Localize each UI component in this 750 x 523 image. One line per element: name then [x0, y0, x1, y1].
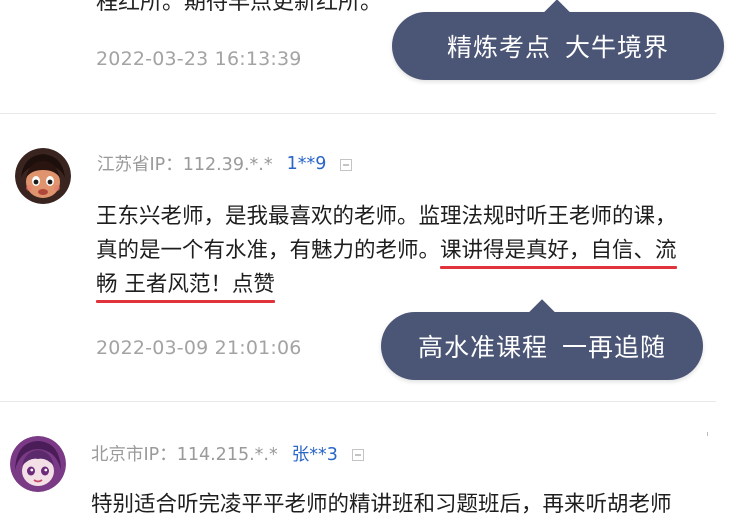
previous-comment-timestamp: 2022-03-23 16:13:39	[96, 48, 302, 70]
comment-line: 真的是一个有水准，有魅力的老师。课讲得是真好，自信、流	[96, 234, 677, 268]
avatar[interactable]	[15, 148, 71, 204]
divider	[0, 113, 716, 114]
comment-location: 江苏省IP：112.39.*.*	[97, 155, 273, 175]
bubble-2-text-a: 高水准课程	[417, 333, 548, 362]
comment-timestamp: 2022-03-09 21:01:06	[96, 337, 302, 359]
bubble-1-text-b: 大牛境界	[565, 33, 670, 62]
report-icon[interactable]	[340, 158, 353, 171]
comment-meta: 江苏省IP：112.39.*.* 1**9	[97, 151, 353, 176]
divider-tick	[707, 432, 708, 436]
comment-line: 特别适合听完凌平平老师的精讲班和习题班后，再来听胡老师	[91, 492, 672, 517]
comment-meta: 北京市IP：114.215.*.* 张**3	[91, 441, 364, 466]
bubble-1-text-a: 精炼考点	[446, 33, 551, 62]
highlight-bubble-1: 精炼考点 大牛境界	[392, 0, 724, 80]
avatar-image	[15, 148, 71, 204]
highlight-bubble-2: 高水准课程 一再追随	[381, 299, 703, 380]
comment-username[interactable]: 1**9	[287, 154, 327, 174]
avatar[interactable]	[10, 436, 66, 492]
comment-line-part: 真的是一个有水准，有魅力的老师。	[96, 238, 441, 263]
report-icon[interactable]	[351, 448, 364, 461]
comment-body: 王东兴老师，是我最喜欢的老师。监理法规时听王老师的课， 真的是一个有水准，有魅力…	[96, 200, 677, 302]
comment-line: 畅 王者风范！点赞	[96, 268, 677, 302]
divider	[0, 401, 716, 402]
comment-username[interactable]: 张**3	[292, 441, 338, 466]
comment-feed: 程红所。期待早点更新红所。 2022-03-23 16:13:39 精炼考点 大牛…	[0, 0, 750, 523]
bubble-2-text-b: 一再追随	[562, 333, 667, 362]
comment-body: 特别适合听完凌平平老师的精讲班和习题班后，再来听胡老师	[91, 488, 672, 522]
comment-location: 北京市IP：114.215.*.*	[91, 445, 278, 465]
highlighted-text: 畅 王者风范！点赞	[96, 272, 275, 297]
highlighted-text: 课讲得是真好，自信、流	[440, 238, 677, 263]
comment-line: 王东兴老师，是我最喜欢的老师。监理法规时听王老师的课，	[96, 204, 677, 229]
avatar-image	[10, 436, 66, 492]
previous-comment-text: 程红所。期待早点更新红所。	[96, 0, 383, 15]
